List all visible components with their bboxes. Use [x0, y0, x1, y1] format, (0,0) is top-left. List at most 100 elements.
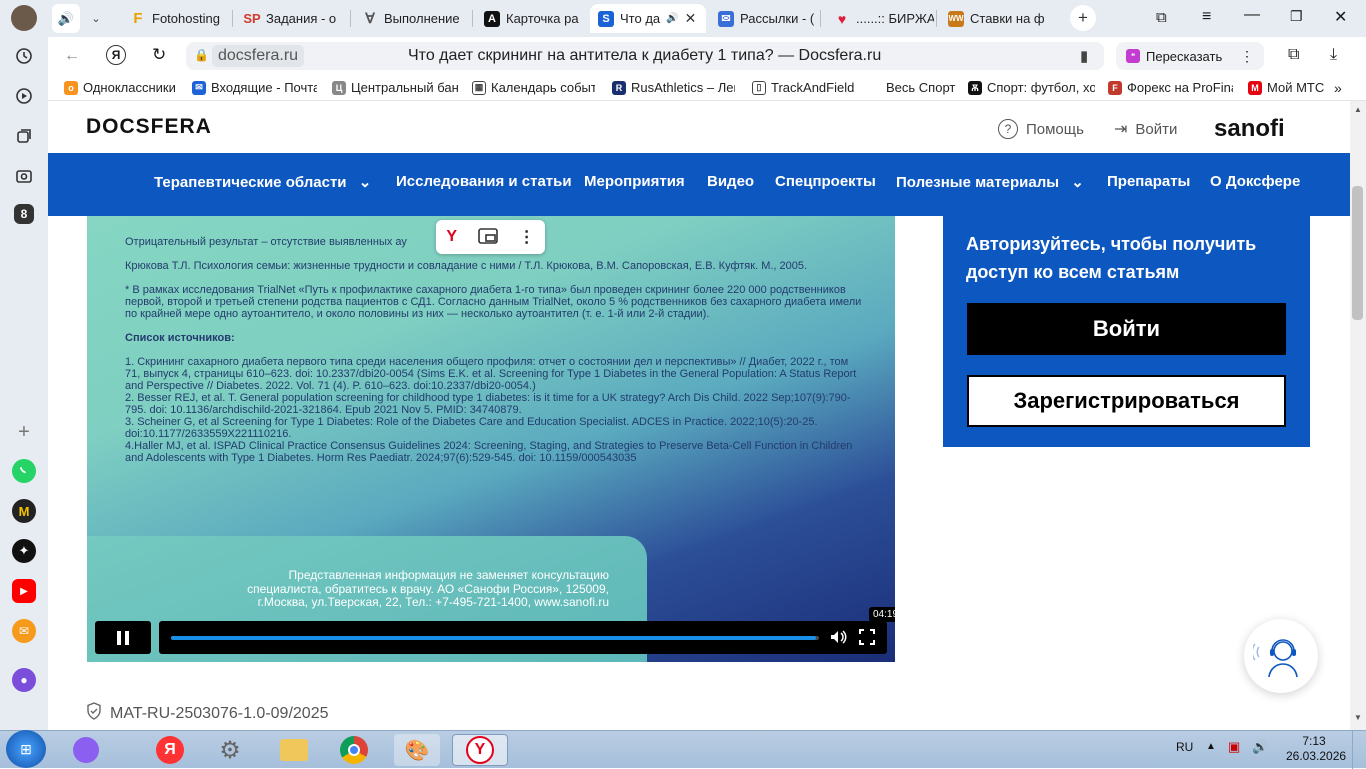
domain-chip[interactable]: docsfera.ru: [212, 45, 305, 67]
video-player[interactable]: Отрицательный результат – отсутствие выя…: [87, 216, 895, 662]
pause-button[interactable]: [95, 621, 151, 654]
yandex-market-icon[interactable]: M: [12, 499, 36, 523]
profile-avatar[interactable]: [11, 5, 37, 31]
add-panel-icon[interactable]: +: [12, 420, 36, 444]
bookmark-rusathletics[interactable]: R RusAthletics – Лег: [612, 80, 735, 95]
whatsapp-icon[interactable]: [12, 459, 36, 483]
taskbar-explorer[interactable]: [276, 734, 312, 766]
menu-icon[interactable]: ≡: [1202, 8, 1211, 26]
show-desktop-button[interactable]: [1352, 731, 1366, 769]
tab-audio[interactable]: 🔊: [52, 4, 80, 33]
seek-bar[interactable]: [171, 636, 819, 640]
counter-badge[interactable]: 8: [14, 204, 34, 224]
bookmark-flag-icon[interactable]: ▮: [1080, 47, 1088, 65]
help-link[interactable]: ? Помощь: [998, 119, 1084, 139]
assistant-chat-button[interactable]: [1244, 619, 1318, 693]
volume-icon[interactable]: [829, 628, 847, 649]
sparkle-icon[interactable]: ✦: [12, 539, 36, 563]
youtube-icon[interactable]: ▶: [12, 579, 36, 603]
login-button[interactable]: Войти: [967, 303, 1286, 355]
bookmark-central-bank[interactable]: Ц Центральный бан: [332, 80, 459, 95]
collections-icon[interactable]: [12, 124, 36, 148]
scroll-up-icon[interactable]: ▲: [1354, 105, 1362, 114]
bookmark-ves-sport[interactable]: Весь Спорт: [886, 80, 955, 95]
nav-label: Мероприятия: [584, 173, 685, 190]
help-label: Помощь: [1026, 120, 1084, 138]
speaker-small-icon: 🔊: [666, 13, 679, 24]
volume-tray-icon[interactable]: 🔊: [1252, 739, 1268, 755]
screenshot-icon[interactable]: [12, 164, 36, 188]
bookmark-trackandfield[interactable]: ▯ TrackAndField: [752, 80, 854, 95]
bookmark-calendar[interactable]: ▦ Календарь событ: [472, 80, 595, 95]
network-icon[interactable]: ▣: [1228, 739, 1240, 755]
tab-rassylki[interactable]: ✉ Рассылки - (: [710, 4, 818, 33]
retell-button[interactable]: ❝ Пересказать ⋮: [1116, 42, 1264, 70]
taskbar-chrome[interactable]: [336, 734, 372, 766]
nav-drugs[interactable]: Препараты: [1107, 173, 1190, 190]
mail-app-icon[interactable]: ✉: [12, 619, 36, 643]
url-field[interactable]: 🔒 docsfera.ru Что дает скрининг на антит…: [186, 42, 1104, 70]
docsfera-logo[interactable]: DOCSFERA: [86, 115, 212, 139]
taskbar-paint[interactable]: 🎨: [394, 734, 440, 766]
history-icon[interactable]: [12, 44, 36, 68]
close-tab-icon[interactable]: ✕: [685, 10, 697, 27]
tab-zadaniya[interactable]: SP Задания - о: [236, 4, 348, 33]
bookmark-inbox[interactable]: ✉ Входящие - Почта: [192, 80, 317, 95]
more-options-icon[interactable]: ⋮: [519, 227, 535, 247]
extensions-icon[interactable]: ⤓: [1330, 46, 1337, 64]
language-indicator[interactable]: RU: [1176, 740, 1193, 754]
tab-vypolnenie[interactable]: ∀ Выполнение: [354, 4, 470, 33]
progress-bar-container: 04:19: [159, 607, 895, 654]
video-player-icon[interactable]: [12, 84, 36, 108]
more-icon[interactable]: ⋮: [1240, 48, 1254, 65]
tab-list-dropdown[interactable]: ⌄: [84, 4, 108, 33]
bookmark-odnoklassniki[interactable]: о Одноклассники: [64, 80, 176, 95]
tray-expand-icon[interactable]: ▲: [1206, 741, 1216, 752]
more-bookmarks-icon[interactable]: »: [1334, 80, 1342, 96]
nav-special-projects[interactable]: Спецпроекты: [775, 173, 876, 190]
bookmark-mts[interactable]: М Мой МТС: [1248, 80, 1324, 95]
reload-icon[interactable]: ↻: [152, 45, 166, 65]
taskbar-settings[interactable]: ⚙: [212, 734, 248, 766]
restore-icon[interactable]: ❐: [1290, 8, 1303, 25]
alice-icon: [73, 737, 99, 763]
minimize-icon[interactable]: —: [1244, 6, 1260, 24]
start-button[interactable]: ⊞: [6, 730, 46, 768]
back-icon[interactable]: ←: [64, 47, 80, 65]
sanofi-logo[interactable]: sanofi: [1214, 115, 1285, 143]
taskbar-yandex[interactable]: Я: [152, 734, 188, 766]
yandex-y-icon[interactable]: Y: [446, 228, 457, 246]
nav-useful-materials[interactable]: Полезные материалы ⌄: [896, 173, 1084, 191]
tab-label: Задания - о: [266, 11, 337, 26]
login-link[interactable]: ⇥ Войти: [1114, 119, 1177, 139]
close-window-icon[interactable]: ✕: [1334, 7, 1347, 27]
tab-kartochka[interactable]: A Карточка ра: [476, 4, 588, 33]
yandex-icon[interactable]: Я: [106, 45, 126, 65]
tab-docsfera-active[interactable]: S Что да 🔊 ✕: [590, 4, 706, 33]
bookmarks-panel-icon[interactable]: ⧉: [1156, 9, 1167, 26]
scroll-down-icon[interactable]: ▼: [1354, 713, 1362, 722]
bookmark-label: Центральный бан: [351, 80, 459, 95]
register-button[interactable]: Зарегистрироваться: [967, 375, 1286, 427]
tab-stavki[interactable]: WW Ставки на ф: [940, 4, 1064, 33]
bookmark-sport[interactable]: Ѫ Спорт: футбол, хо: [968, 80, 1095, 95]
pause-icon: [117, 630, 129, 645]
nav-research[interactable]: Исследования и статьи: [396, 173, 572, 190]
tab-fotohosting[interactable]: F Fotohosting: [122, 4, 230, 33]
taskbar-alice[interactable]: [68, 734, 104, 766]
fullscreen-icon[interactable]: [859, 629, 875, 648]
nav-video[interactable]: Видео: [707, 173, 754, 190]
new-tab-button[interactable]: +: [1070, 5, 1096, 31]
scrollbar-thumb[interactable]: [1352, 186, 1363, 320]
taskbar-yandex-browser[interactable]: Y: [452, 734, 508, 766]
bookmark-forex[interactable]: F Форекс на ProFina: [1108, 80, 1233, 95]
picture-in-picture-icon[interactable]: [478, 227, 498, 247]
downloads-icon[interactable]: ⧉: [1288, 46, 1299, 64]
clock[interactable]: 7:13 26.03.2026: [1286, 734, 1346, 764]
alice-icon[interactable]: ●: [12, 668, 36, 692]
nav-events[interactable]: Мероприятия: [584, 173, 685, 190]
nav-about[interactable]: О Доксфере: [1210, 173, 1300, 190]
nav-therapeutic-areas[interactable]: Терапевтические области ⌄: [154, 173, 371, 191]
tab-birzha[interactable]: ♥ ......:: БИРЖА: [826, 4, 934, 33]
chevron-down-icon: ⌄: [358, 174, 372, 191]
